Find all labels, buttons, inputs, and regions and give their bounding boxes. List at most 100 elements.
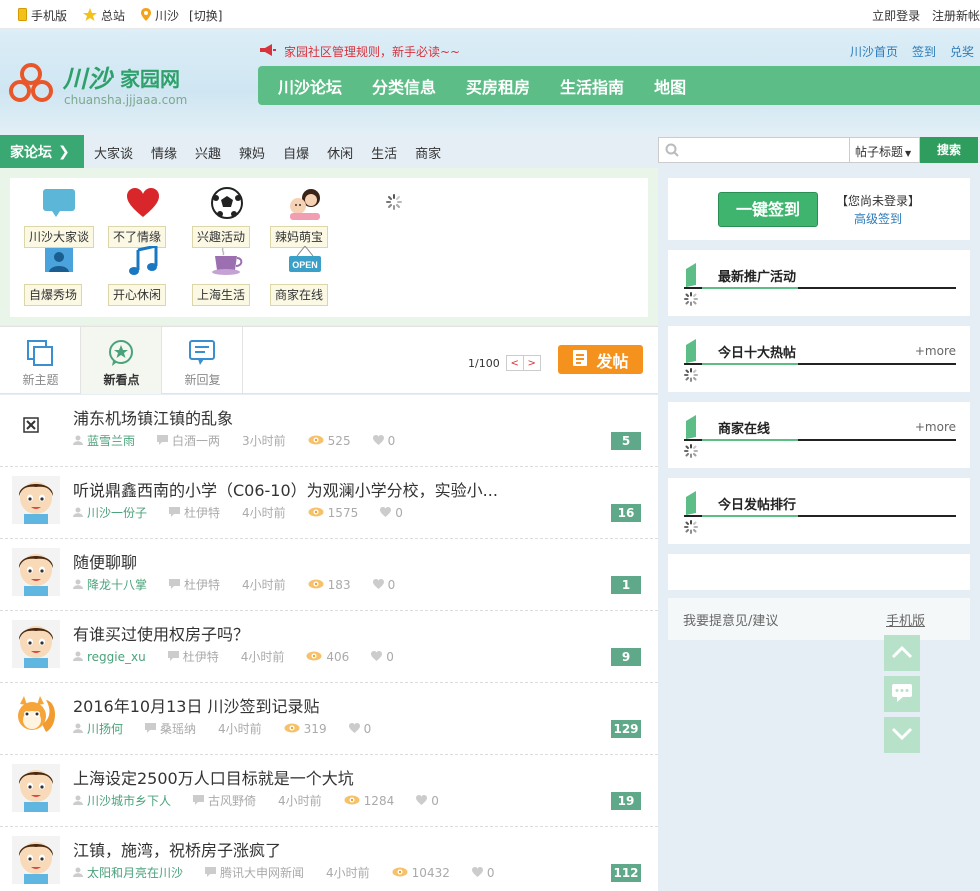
nav-forum[interactable]: 川沙论坛 [278,74,342,98]
advanced-signin-link[interactable]: 高级签到 [854,212,902,226]
post-title[interactable]: 2016年10月13日 川沙签到记录贴 [73,693,320,717]
search-button[interactable]: 搜索 [920,137,978,163]
post-meta: 川沙城市乡下人 古风野倚 4小时前 1284 0 [73,792,439,809]
last-replier[interactable]: 古风野倚 [208,792,256,809]
new-post-button[interactable]: 发帖 [558,345,643,374]
home-link[interactable]: 川沙首页 [850,43,898,60]
post-row[interactable]: 浦东机场镇江镇的乱象 蓝雪兰雨 白酒一两 3小时前 525 0 5 [0,395,658,467]
subnav-item-lama[interactable]: 辣妈 [239,143,265,162]
heart-icon[interactable] [471,866,483,880]
one-click-signin-button[interactable]: 一键签到 [718,192,818,227]
post-author[interactable]: 蓝雪兰雨 [87,432,135,449]
post-author[interactable]: 降龙十八掌 [87,576,147,593]
last-replier[interactable]: 杜伊特 [183,648,219,665]
category-shangjia[interactable]: OPEN 商家在线 [266,244,344,306]
last-replier[interactable]: 白酒一两 [172,432,220,449]
nav-classifieds[interactable]: 分类信息 [372,74,436,98]
last-replier[interactable]: 桑瑶纳 [160,720,196,737]
heart-icon[interactable] [371,650,383,664]
nav-life-guide[interactable]: 生活指南 [560,74,624,98]
post-title[interactable]: 上海设定2500万人口目标就是一个大坑 [73,765,354,789]
tab-highlights[interactable]: 新看点 [81,327,162,394]
last-replier[interactable]: 杜伊特 [184,504,220,521]
post-title[interactable]: 有谁买过使用权房子吗？ [73,621,249,645]
user-avatar[interactable] [12,620,60,668]
site-logo[interactable]: 川沙 家园网 chuansha.jjjaaa.com [8,57,208,113]
heart-icon[interactable] [348,722,360,736]
post-row[interactable]: 江镇，施湾，祝桥房子涨疯了 太阳和月亮在川沙 腾讯大申网新闻 4小时前 10432 0 11… [0,827,658,891]
more-link[interactable]: +more [915,420,956,434]
last-replier[interactable]: 杜伊特 [184,576,220,593]
subnav-item-dajiatan[interactable]: 大家谈 [94,143,133,162]
subnav-item-zibao[interactable]: 自爆 [283,143,309,162]
post-title[interactable]: 听说鼎鑫西南的小学（C06-10）为观澜小学分校，实验小... [73,477,498,501]
reply-count-badge: 19 [611,792,641,810]
user-avatar[interactable] [12,764,60,812]
signin-link[interactable]: 签到 [912,43,936,60]
tab-new-topics[interactable]: 新主题 [0,327,81,394]
category-xiuxian[interactable]: 开心休闲 [104,244,182,306]
scroll-top-button[interactable] [884,635,920,671]
more-link[interactable]: +more [915,344,956,358]
post-row[interactable]: 听说鼎鑫西南的小学（C06-10）为观澜小学分校，实验小... 川沙一份子 杜伊特 4… [0,467,658,539]
post-author[interactable]: 川沙一份子 [87,504,147,521]
post-title[interactable]: 江镇，施湾，祝桥房子涨疯了 [73,837,281,861]
subnav-item-xiuxian[interactable]: 休闲 [327,143,353,162]
post-author[interactable]: 川沙城市乡下人 [87,792,171,809]
subnav-item-qingyuan[interactable]: 情缘 [151,143,177,162]
heart-icon[interactable] [416,794,428,808]
category-dajiatan[interactable]: 川沙大家谈 [20,186,98,248]
next-page-button[interactable]: > [522,355,541,371]
category-qingyuan[interactable]: 不了情缘 [104,186,182,248]
notice-bar[interactable]: 家园社区管理规则，新手必读~~ [260,43,460,60]
category-zibao[interactable]: 自爆秀场 [20,244,98,306]
login-link[interactable]: 立即登录 [872,9,920,23]
main-site-link[interactable]: 总站 [101,7,125,24]
comment-button[interactable] [884,676,920,712]
post-row[interactable]: 2016年10月13日 川沙签到记录贴 川扬何 桑瑶纳 4小时前 319 0 129 [0,683,658,755]
category-xingqu[interactable]: 兴趣活动 [188,186,266,248]
post-row[interactable]: 有谁买过使用权房子吗？ reggie_xu 杜伊特 4小时前 406 0 9 [0,611,658,683]
forum-tag[interactable]: 家论坛 ❯ [0,135,84,168]
user-avatar[interactable] [12,404,60,452]
post-title[interactable]: 浦东机场镇江镇的乱象 [73,405,233,429]
post-title[interactable]: 随便聊聊 [73,549,137,573]
register-link[interactable]: 注册新帐 [932,9,980,23]
heart-icon[interactable] [372,578,384,592]
user-avatar[interactable] [12,836,60,884]
reply-icon [157,434,169,448]
mobile-version-link[interactable]: 手机版 [31,7,67,24]
post-row[interactable]: 上海设定2500万人口目标就是一个大坑 川沙城市乡下人 古风野倚 4小时前 1284 0 1… [0,755,658,827]
user-avatar[interactable] [12,548,60,596]
nav-map[interactable]: 地图 [654,74,686,98]
tab-new-replies[interactable]: 新回复 [162,327,243,394]
prev-page-button[interactable]: < [505,355,524,371]
heart-icon[interactable] [380,506,392,520]
subnav-item-shenghuo[interactable]: 生活 [371,143,397,162]
soccer-ball-icon [208,186,246,220]
top-bar: 手机版 总站 川沙 [切换] 立即登录 注册新帐 [0,0,980,29]
heart-icon[interactable] [372,434,384,448]
post-author[interactable]: 川扬何 [87,720,123,737]
last-replier[interactable]: 腾讯大申网新闻 [220,864,304,881]
category-lama[interactable]: 辣妈萌宝 [266,186,344,248]
search-scope-select[interactable]: 帖子标题 ▼ [850,137,920,163]
nav-housing[interactable]: 买房租房 [466,74,530,98]
redeem-link[interactable]: 兑奖 [950,43,974,60]
switch-city-link[interactable]: [切换] [189,7,222,24]
mobile-version-link[interactable]: 手机版 [886,610,925,629]
post-time: 4小时前 [278,794,322,808]
category-shanghai[interactable]: 上海生活 [188,244,266,306]
post-author[interactable]: 太阳和月亮在川沙 [87,864,183,881]
user-icon [73,794,83,808]
scroll-bottom-button[interactable] [884,717,920,753]
subnav-item-shangjia[interactable]: 商家 [415,143,441,162]
subnav-item-xingqu[interactable]: 兴趣 [195,143,221,162]
search-input[interactable] [658,137,850,163]
loading-spinner-icon [684,368,698,385]
post-row[interactable]: 随便聊聊 降龙十八掌 杜伊特 4小时前 183 0 1 [0,539,658,611]
feedback-link[interactable]: 我要提意见/建议 [683,610,778,629]
user-avatar[interactable] [12,692,60,740]
user-avatar[interactable] [12,476,60,524]
post-author[interactable]: reggie_xu [87,650,146,664]
